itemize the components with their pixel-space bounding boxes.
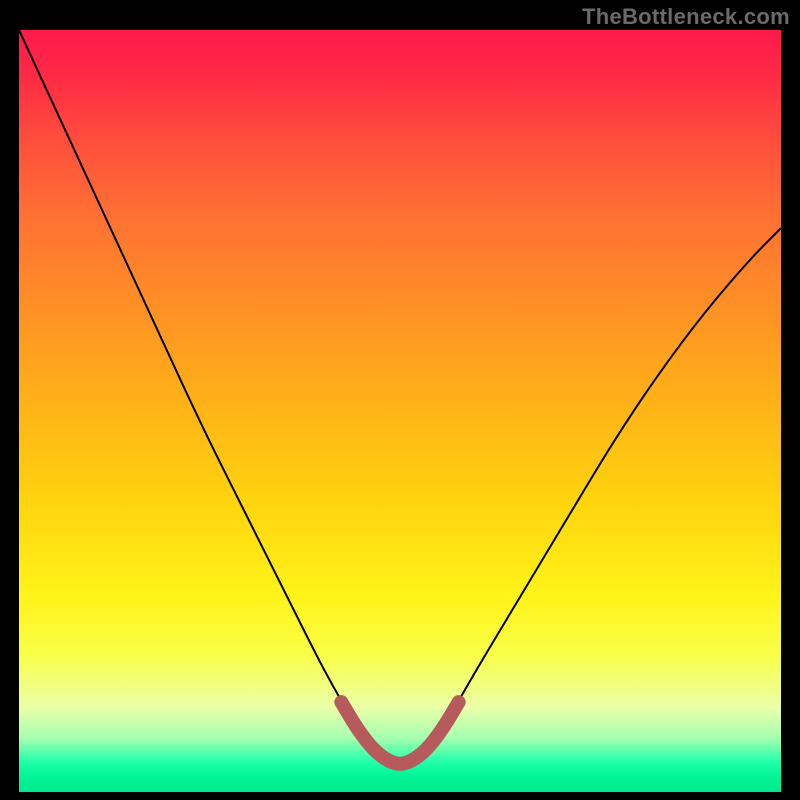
watermark-text: TheBottleneck.com [582, 4, 790, 30]
main-curve [19, 30, 781, 762]
chart-svg [19, 30, 781, 792]
plot-area [19, 30, 781, 792]
chart-frame: TheBottleneck.com [0, 0, 800, 800]
highlight-segment [341, 702, 458, 764]
